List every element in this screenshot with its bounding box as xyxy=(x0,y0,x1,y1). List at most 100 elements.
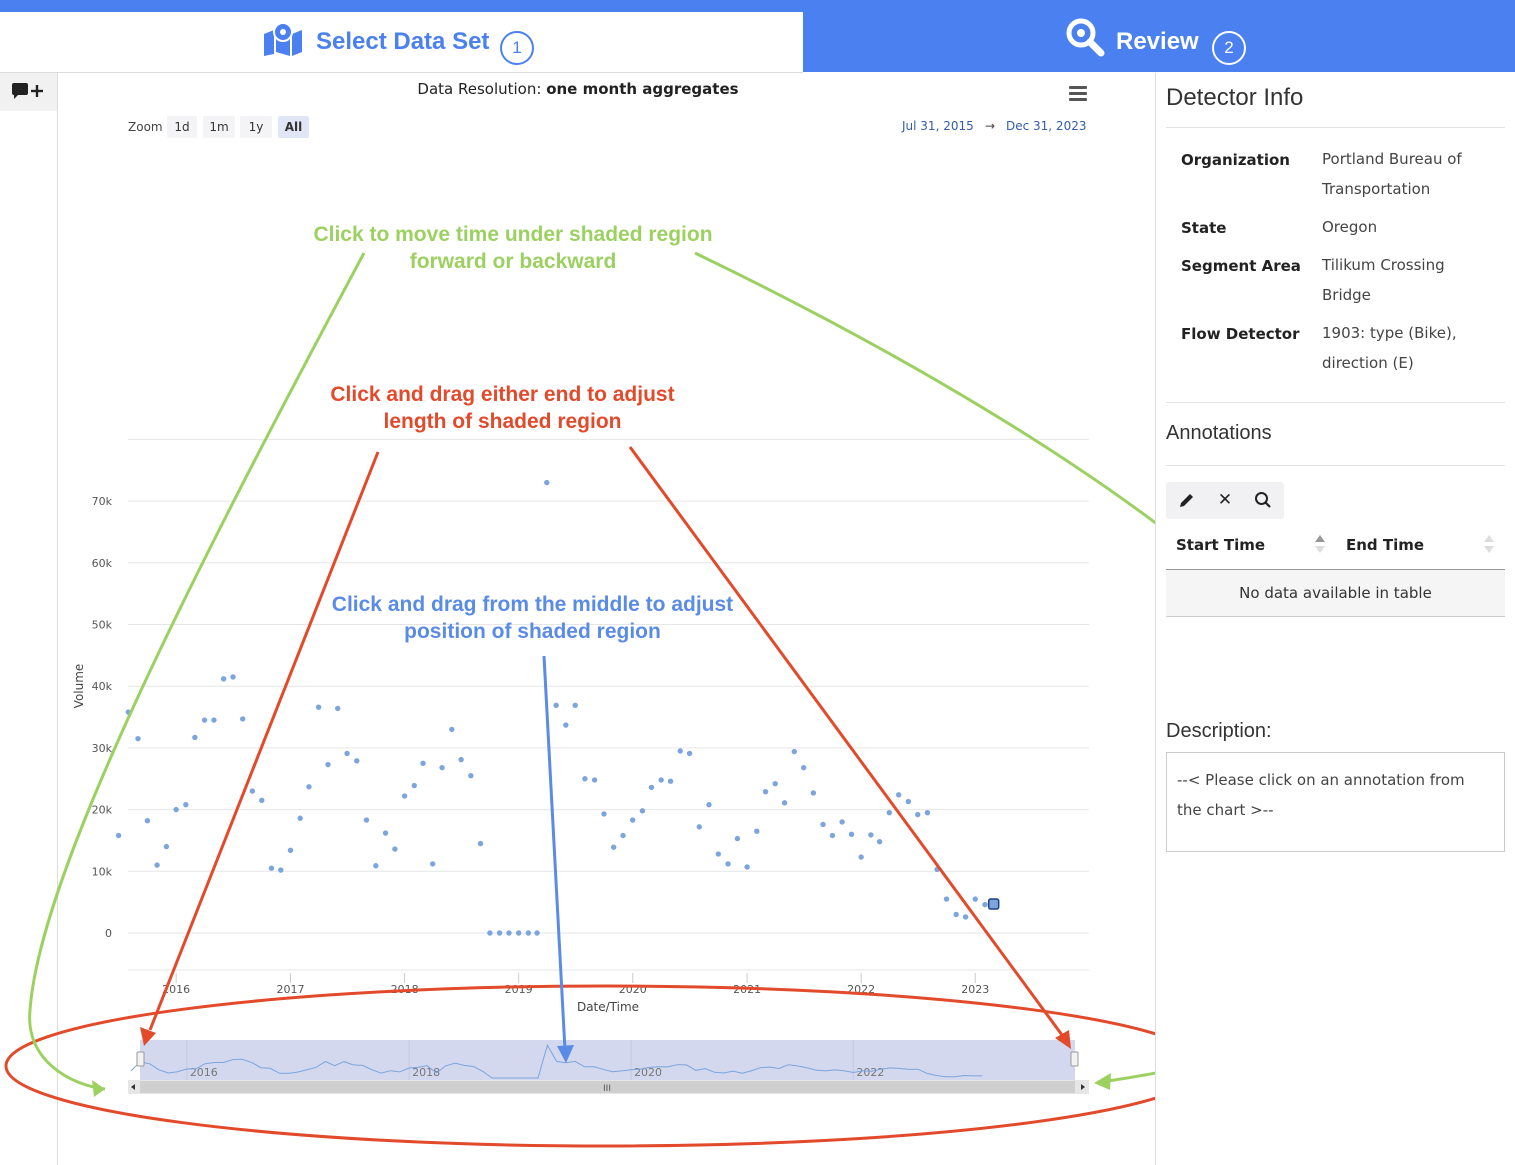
data-point[interactable] xyxy=(183,801,189,808)
data-point[interactable] xyxy=(220,676,227,682)
data-point[interactable] xyxy=(953,911,959,918)
end-time-header[interactable]: End Time xyxy=(1346,536,1424,554)
data-point[interactable] xyxy=(563,722,569,728)
data-point[interactable] xyxy=(344,750,350,757)
data-point[interactable] xyxy=(201,717,208,723)
data-point[interactable] xyxy=(268,865,275,871)
edit-icon[interactable] xyxy=(1168,482,1206,519)
data-point[interactable] xyxy=(924,809,931,816)
data-point[interactable] xyxy=(610,844,617,850)
data-point[interactable] xyxy=(411,782,417,789)
data-point[interactable] xyxy=(762,789,769,795)
data-point[interactable] xyxy=(972,896,978,902)
data-point[interactable] xyxy=(297,815,303,821)
data-point[interactable] xyxy=(239,716,246,722)
data-point[interactable] xyxy=(829,832,836,839)
data-point[interactable] xyxy=(354,758,360,764)
data-point[interactable] xyxy=(249,788,256,794)
data-point[interactable] xyxy=(648,784,655,791)
data-point[interactable] xyxy=(639,808,646,814)
data-point[interactable] xyxy=(868,832,874,838)
data-point[interactable] xyxy=(449,726,455,733)
data-point[interactable] xyxy=(791,748,797,755)
data-point[interactable] xyxy=(230,674,236,680)
data-point[interactable] xyxy=(144,818,151,824)
data-point[interactable] xyxy=(544,479,550,486)
data-point[interactable] xyxy=(430,861,436,867)
data-point[interactable] xyxy=(135,735,141,742)
volume-scatter-chart[interactable]: 010k20k30k40k50k60k70k 2016 2017 2018 2019 2… xyxy=(0,0,1155,1165)
data-point[interactable] xyxy=(820,821,826,828)
data-point[interactable] xyxy=(677,748,683,754)
data-point[interactable] xyxy=(943,896,950,902)
data-point[interactable] xyxy=(754,828,760,834)
data-point-selected[interactable] xyxy=(987,898,1000,910)
data-point[interactable] xyxy=(553,702,559,709)
data-point[interactable] xyxy=(895,792,902,798)
data-point[interactable] xyxy=(962,914,969,920)
data-point[interactable] xyxy=(982,901,988,908)
data-point[interactable] xyxy=(800,764,807,771)
data-point[interactable] xyxy=(506,930,512,936)
start-time-header[interactable]: Start Time xyxy=(1176,536,1265,554)
navigator-right-handle[interactable] xyxy=(1070,1051,1079,1067)
navigator-shaded-region[interactable] xyxy=(140,1040,1075,1080)
data-point[interactable] xyxy=(392,846,398,852)
data-point[interactable] xyxy=(706,801,712,808)
data-point[interactable] xyxy=(468,772,474,779)
data-point[interactable] xyxy=(363,817,370,823)
data-point[interactable] xyxy=(591,777,598,783)
data-point[interactable] xyxy=(686,750,693,757)
data-point[interactable] xyxy=(515,930,522,936)
navigator-left-handle[interactable] xyxy=(136,1051,145,1067)
data-point[interactable] xyxy=(192,734,198,741)
description-box[interactable]: --< Please click on an annotation from t… xyxy=(1166,752,1505,852)
data-point[interactable] xyxy=(772,780,778,787)
data-point[interactable] xyxy=(373,863,379,869)
data-point[interactable] xyxy=(876,838,883,845)
data-point[interactable] xyxy=(335,705,341,712)
data-point[interactable] xyxy=(715,851,722,857)
data-point[interactable] xyxy=(420,760,426,767)
data-point[interactable] xyxy=(115,832,122,839)
data-point[interactable] xyxy=(915,811,921,818)
data-point[interactable] xyxy=(620,832,626,839)
data-point[interactable] xyxy=(525,930,532,936)
data-point[interactable] xyxy=(534,930,540,936)
data-point[interactable] xyxy=(173,806,179,813)
data-point[interactable] xyxy=(163,843,170,850)
data-point[interactable] xyxy=(458,756,464,763)
data-point[interactable] xyxy=(630,817,636,823)
data-point[interactable] xyxy=(734,835,741,842)
data-point[interactable] xyxy=(278,867,284,873)
data-point[interactable] xyxy=(886,809,892,816)
data-point[interactable] xyxy=(744,864,750,870)
delete-icon[interactable]: ✕ xyxy=(1206,482,1244,519)
data-point[interactable] xyxy=(667,778,674,784)
sort-icon[interactable] xyxy=(1483,534,1495,554)
data-point[interactable] xyxy=(401,793,408,799)
data-point[interactable] xyxy=(658,777,664,783)
data-point[interactable] xyxy=(781,800,788,806)
data-point[interactable] xyxy=(496,930,503,936)
data-point[interactable] xyxy=(382,830,389,836)
data-point[interactable] xyxy=(306,784,312,790)
data-point[interactable] xyxy=(848,831,855,837)
data-point[interactable] xyxy=(572,702,578,709)
data-point[interactable] xyxy=(154,862,160,868)
data-point[interactable] xyxy=(810,790,817,796)
data-point[interactable] xyxy=(487,930,493,936)
data-point[interactable] xyxy=(725,861,731,867)
range-navigator[interactable]: 2016 2018 2020 2022 III xyxy=(128,1040,1089,1094)
data-point[interactable] xyxy=(315,704,322,710)
data-point[interactable] xyxy=(582,776,588,782)
data-point[interactable] xyxy=(601,811,607,817)
data-point[interactable] xyxy=(905,798,912,805)
data-point[interactable] xyxy=(287,847,294,854)
sort-icon[interactable] xyxy=(1314,534,1326,554)
data-point[interactable] xyxy=(696,824,702,830)
data-point[interactable] xyxy=(439,764,445,771)
data-point[interactable] xyxy=(325,761,331,768)
data-point[interactable] xyxy=(211,717,217,723)
data-point[interactable] xyxy=(839,819,845,825)
